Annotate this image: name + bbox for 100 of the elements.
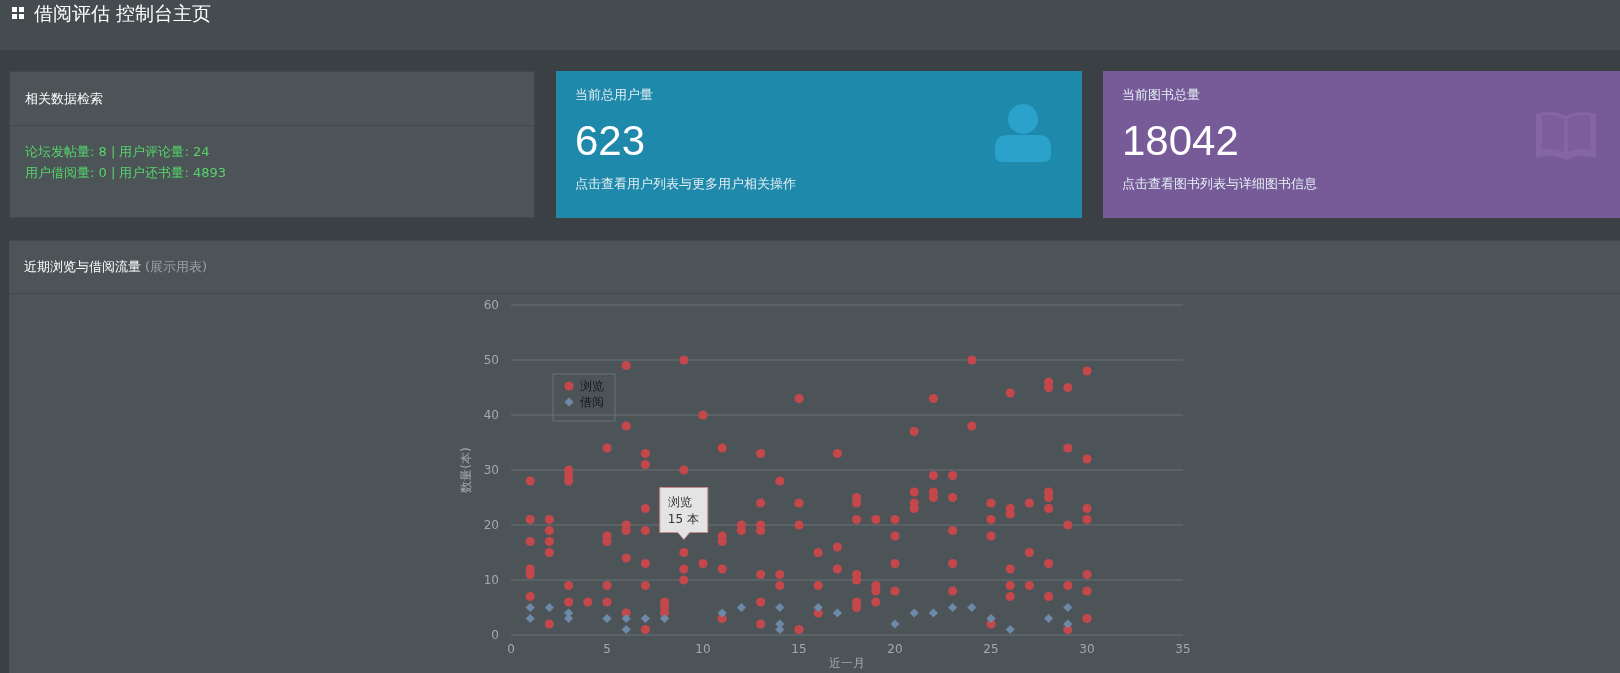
data-point [813,547,823,558]
data-point [1005,564,1015,574]
data-point [1044,382,1054,393]
data-point [1063,443,1073,453]
data-point [775,569,785,580]
data-point [640,459,650,470]
data-point [775,580,785,591]
data-point [967,355,977,365]
data-point [640,525,650,536]
data-point [986,531,996,541]
data-point [660,613,670,624]
data-point [525,602,535,613]
data-point [1005,388,1015,398]
data-point [909,608,919,618]
y-tick-label: 60 [483,298,499,312]
y-tick-label: 0 [491,628,499,642]
data-point [736,525,746,536]
data-point [794,520,804,530]
data-point [640,624,650,635]
data-point [813,580,823,591]
data-point [679,564,689,574]
data-point [564,613,574,624]
tooltip [659,487,709,540]
data-point [909,503,919,514]
data-point [602,580,612,591]
data-point [525,514,535,525]
data-point [621,525,631,536]
x-tick-label: 30 [1079,642,1095,656]
data-point [832,564,842,574]
x-axis-title: 近一月 [829,656,865,670]
data-point [948,558,958,569]
data-point [756,448,766,459]
stat-card[interactable]: 当前图书总量 18042 点击查看图书列表与详细图书信息 [1103,71,1620,218]
panel-title: 近期浏览与借阅流量 [24,258,141,276]
data-point [832,608,842,618]
data-point [948,586,958,596]
data-point [621,613,631,624]
stat-card[interactable]: 当前总用户量 623 点击查看用户列表与更多用户相关操作 [556,71,1082,218]
data-point [717,536,727,547]
data-point [544,514,554,525]
data-point [813,602,823,613]
data-point [544,619,554,629]
data-point [1063,619,1073,629]
page-title: 借阅评估 控制台主页 [34,1,212,26]
data-point [679,465,689,475]
data-point [717,564,727,574]
card-value: 18042 [1122,117,1239,165]
data-point [775,476,785,486]
data-point [928,492,938,503]
data-point [986,514,996,525]
y-tick-label: 50 [483,353,499,367]
x-tick-label: 0 [507,642,515,656]
data-point [1005,580,1015,591]
data-point [640,503,650,514]
data-point [1005,509,1015,519]
data-point [1082,586,1092,596]
data-point [564,476,574,486]
data-point [679,355,689,365]
card-label: 当前总用户量 [575,86,653,104]
data-point [967,421,977,431]
data-point [1082,613,1092,624]
user-icon [995,104,1051,162]
data-point [717,443,727,453]
data-point [1063,580,1073,591]
data-point [909,426,919,437]
x-tick-label: 10 [695,642,711,656]
y-axis-title: 数量(本) [459,447,473,493]
data-point [544,536,554,547]
x-tick-label: 35 [1175,642,1191,656]
data-point [602,443,612,453]
data-point [756,569,766,580]
data-point [1044,591,1054,602]
data-point [1082,454,1092,464]
data-point [525,476,535,486]
data-point [1082,366,1092,376]
data-point [928,470,938,481]
data-point [909,487,919,497]
y-tick-label: 10 [483,573,499,587]
data-point [717,608,727,618]
x-tick-label: 15 [791,642,807,656]
data-point [948,470,958,481]
data-point [852,602,862,613]
tooltip-text: 浏览 15 本 [667,494,699,526]
data-point [794,498,804,508]
data-point [1005,591,1015,602]
data-point [640,613,650,624]
data-point [890,586,900,596]
data-point [1044,492,1054,503]
y-tick-label: 40 [483,408,499,422]
card-description: 点击查看图书列表与详细图书信息 [1122,175,1317,193]
legend-label[interactable]: 浏览 [580,379,604,393]
panel-title: 相关数据检索 [25,89,103,108]
data-point [871,597,881,607]
data-point [602,536,612,547]
data-point [525,569,535,580]
data-point [736,602,746,613]
data-point [890,531,900,541]
data-point [621,624,631,635]
data-point [890,514,900,525]
data-point [832,542,842,552]
